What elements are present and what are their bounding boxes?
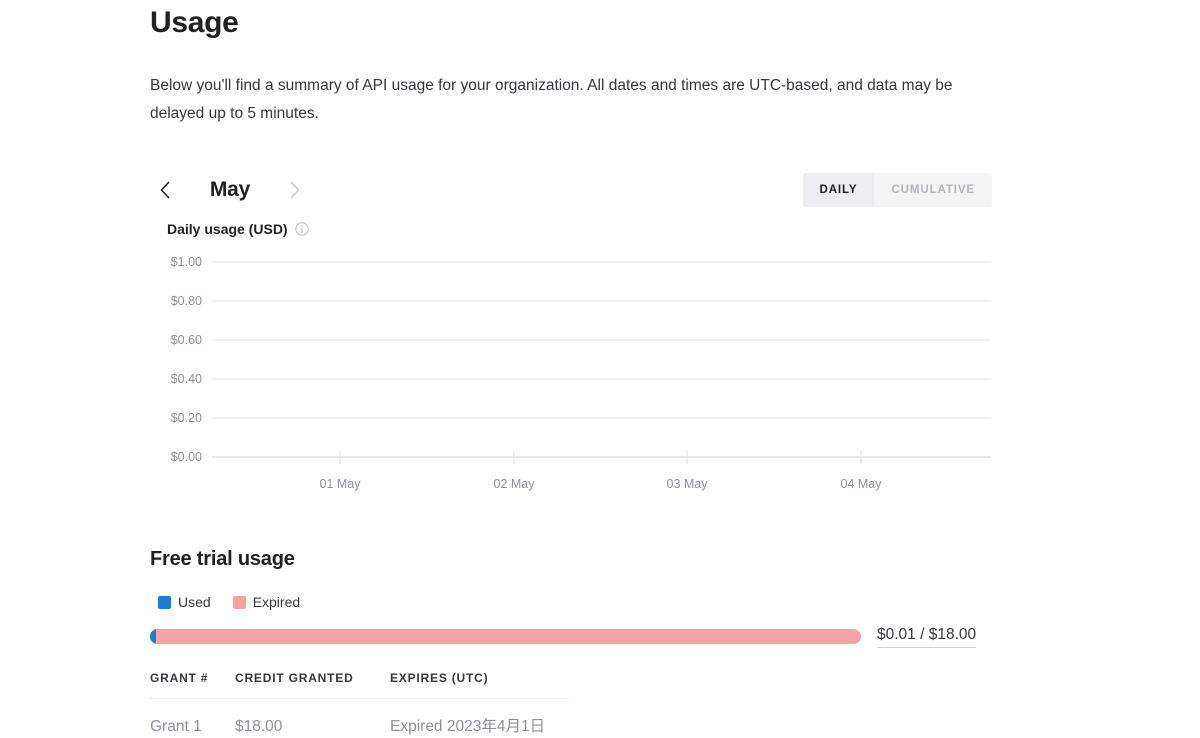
chevron-right-icon[interactable] bbox=[280, 175, 310, 205]
trial-usage-amount: $0.01 / $18.00 bbox=[877, 625, 976, 648]
chart-y-tick-labels: $1.00 $0.80 $0.60 $0.40 $0.20 $0.00 bbox=[171, 255, 202, 464]
svg-text:$0.00: $0.00 bbox=[171, 450, 202, 464]
current-month-label: May bbox=[180, 178, 280, 202]
column-header-credit: CREDIT GRANTED bbox=[235, 671, 390, 699]
expired-swatch-icon bbox=[233, 596, 246, 609]
chart-caption-label: Daily usage (USD) bbox=[167, 220, 288, 238]
daily-usage-chart: Daily usage (USD) bbox=[150, 220, 995, 502]
cell-expires: Expired 2023年4月1日 bbox=[390, 699, 569, 738]
tab-cumulative[interactable]: CUMULATIVE bbox=[874, 173, 992, 207]
chart-gridlines bbox=[212, 262, 991, 418]
column-header-grant: GRANT # bbox=[150, 671, 235, 699]
usage-page: Usage Below you'll find a summary of API… bbox=[150, 0, 995, 738]
chart-x-tick-labels: 01 May 02 May 03 May 04 May bbox=[320, 477, 883, 491]
legend-item-expired: Expired bbox=[233, 594, 300, 610]
svg-text:03 May: 03 May bbox=[667, 477, 709, 491]
trial-usage-row: $0.01 / $18.00 bbox=[150, 625, 995, 648]
svg-text:$0.80: $0.80 bbox=[171, 294, 202, 308]
legend-label-expired: Expired bbox=[253, 594, 300, 610]
view-mode-toggle: DAILY CUMULATIVE bbox=[803, 173, 992, 207]
svg-text:$0.20: $0.20 bbox=[171, 411, 202, 425]
page-title: Usage bbox=[150, 0, 995, 42]
cell-credit-granted: $18.00 bbox=[235, 699, 390, 738]
table-row: Grant 1 $18.00 Expired 2023年4月1日 bbox=[150, 699, 569, 738]
grants-table: GRANT # CREDIT GRANTED EXPIRES (UTC) Gra… bbox=[150, 671, 569, 738]
trial-legend: Used Expired bbox=[150, 594, 995, 610]
month-navigator: May bbox=[150, 175, 310, 205]
svg-text:$0.60: $0.60 bbox=[171, 333, 202, 347]
svg-text:04 May: 04 May bbox=[841, 477, 883, 491]
page-description: Below you'll find a summary of API usage… bbox=[150, 42, 965, 128]
svg-text:02 May: 02 May bbox=[494, 477, 536, 491]
chart-toolbar: May DAILY CUMULATIVE bbox=[150, 170, 995, 210]
svg-text:01 May: 01 May bbox=[320, 477, 362, 491]
tab-daily[interactable]: DAILY bbox=[803, 173, 875, 207]
legend-label-used: Used bbox=[178, 594, 211, 610]
free-trial-section: Free trial usage Used Expired $0.01 / $1… bbox=[150, 546, 995, 738]
chart-caption: Daily usage (USD) bbox=[150, 220, 995, 238]
chart-plot-area: $1.00 $0.80 $0.60 $0.40 $0.20 $0.00 01 M bbox=[150, 252, 995, 502]
svg-text:$1.00: $1.00 bbox=[171, 255, 202, 269]
trial-progress-bar bbox=[150, 629, 861, 644]
chart-svg: $1.00 $0.80 $0.60 $0.40 $0.20 $0.00 01 M bbox=[150, 252, 995, 497]
legend-item-used: Used bbox=[158, 594, 211, 610]
chevron-left-icon[interactable] bbox=[150, 175, 180, 205]
used-swatch-icon bbox=[158, 596, 171, 609]
info-icon[interactable] bbox=[295, 222, 309, 236]
svg-text:$0.40: $0.40 bbox=[171, 372, 202, 386]
cell-grant-number: Grant 1 bbox=[150, 699, 235, 738]
grants-table-header-row: GRANT # CREDIT GRANTED EXPIRES (UTC) bbox=[150, 671, 569, 699]
free-trial-title: Free trial usage bbox=[150, 546, 995, 572]
column-header-expires: EXPIRES (UTC) bbox=[390, 671, 569, 699]
trial-progress-used bbox=[150, 629, 156, 644]
